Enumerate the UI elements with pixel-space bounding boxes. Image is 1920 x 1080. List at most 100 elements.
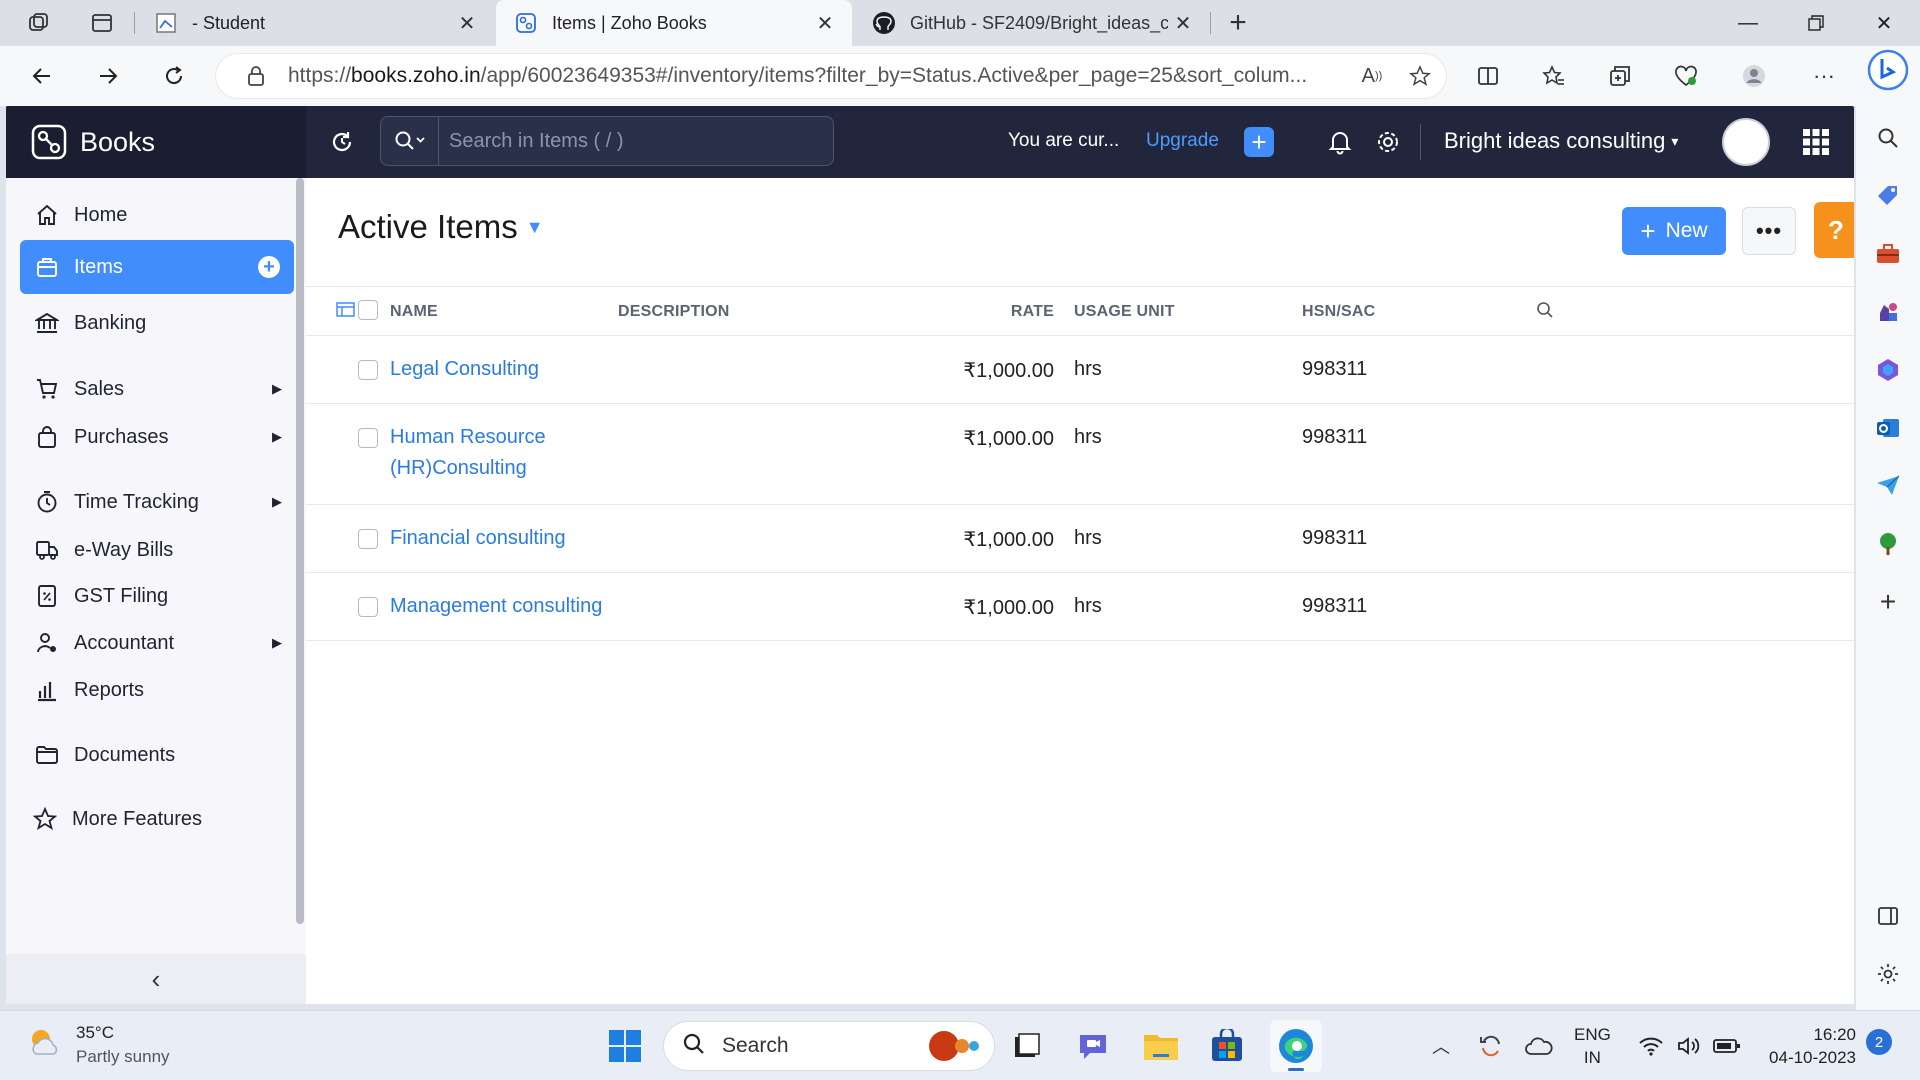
item-name-link[interactable]: Management consulting (390, 591, 630, 622)
show-hidden-icons-icon[interactable]: ︿ (1420, 1025, 1462, 1067)
new-item-button[interactable]: + New (1622, 207, 1726, 255)
item-name-link[interactable]: Financial consulting (390, 523, 610, 554)
send-telegram-icon[interactable] (1870, 468, 1906, 504)
sidebar-item-time-tracking[interactable]: Time Tracking ▶ (20, 475, 294, 529)
sidebar-item-banking[interactable]: Banking (20, 296, 294, 350)
help-button[interactable]: ? (1814, 202, 1854, 258)
close-tab-icon[interactable]: ✕ (1168, 8, 1198, 38)
table-row[interactable]: Legal Consulting ₹1,000.00 hrs 998311 (306, 336, 1854, 404)
sidebar-item-documents[interactable]: Documents (20, 728, 294, 782)
weather-widget[interactable]: 35°C Partly sunny (26, 1021, 170, 1069)
app-search[interactable]: Search in Items ( / ) (380, 116, 834, 166)
sidebar-item-gst-filing[interactable]: GST Filing (20, 569, 294, 623)
add-sidebar-app-icon[interactable]: + (1870, 584, 1906, 620)
search-icon[interactable] (1870, 120, 1906, 156)
close-tab-icon[interactable]: ✕ (452, 8, 482, 38)
back-icon[interactable] (22, 58, 62, 94)
page-title[interactable]: Active Items ▼ (338, 208, 544, 246)
close-window-icon[interactable]: ✕ (1850, 0, 1918, 46)
hide-sidebar-icon[interactable] (1870, 898, 1906, 934)
brand[interactable]: Books (6, 106, 306, 178)
tab-student[interactable]: - Student ✕ (136, 0, 494, 46)
tab-github[interactable]: GitHub - SF2409/Bright_ideas_co ✕ (854, 0, 1210, 46)
games-icon[interactable] (1870, 294, 1906, 330)
restore-icon[interactable] (1782, 0, 1850, 46)
notification-badge[interactable]: 2 (1866, 1029, 1892, 1055)
sidebar-scrollbar[interactable] (294, 178, 304, 924)
column-header-rate[interactable]: RATE (974, 303, 1054, 321)
forward-icon[interactable] (88, 58, 128, 94)
address-bar[interactable]: https://books.zoho.in/app/60023649353#/i… (216, 54, 1446, 98)
favorite-star-icon[interactable] (1402, 58, 1438, 94)
tab-zoho-books[interactable]: Items | Zoho Books ✕ (496, 0, 852, 46)
quick-create-button[interactable]: + (1244, 127, 1274, 157)
sidebar-item-sales[interactable]: Sales ▶ (20, 362, 294, 416)
notifications-bell-icon[interactable] (1322, 124, 1358, 160)
view-dropdown-icon[interactable]: ▼ (526, 217, 544, 238)
column-customize-icon[interactable] (336, 301, 356, 324)
table-row[interactable]: Management consulting ₹1,000.00 hrs 9983… (306, 573, 1854, 641)
microsoft-store-icon[interactable] (1206, 1025, 1248, 1067)
column-header-usage-unit[interactable]: USAGE UNIT (1074, 303, 1175, 321)
column-header-description[interactable]: DESCRIPTION (618, 303, 730, 321)
read-aloud-icon[interactable]: A)) (1354, 58, 1390, 94)
column-header-hsn-sac[interactable]: HSN/SAC (1302, 303, 1375, 321)
lock-icon[interactable] (236, 66, 276, 86)
column-header-name[interactable]: NAME (390, 303, 438, 321)
collapse-sidebar-button[interactable]: ‹ (6, 954, 306, 1004)
taskbar-search[interactable]: Search (664, 1022, 994, 1070)
microsoft-365-icon[interactable] (1870, 352, 1906, 388)
select-all-checkbox[interactable] (358, 300, 378, 320)
bing-copilot-icon[interactable] (1866, 48, 1910, 92)
table-row[interactable]: Financial consulting ₹1,000.00 hrs 99831… (306, 505, 1854, 573)
shopping-tag-icon[interactable] (1870, 178, 1906, 214)
tools-briefcase-icon[interactable] (1870, 236, 1906, 272)
add-item-icon[interactable]: + (258, 256, 280, 278)
browser-health-icon[interactable] (1666, 58, 1706, 94)
minimize-icon[interactable]: — (1714, 0, 1782, 46)
edge-browser-icon[interactable] (1270, 1020, 1322, 1072)
search-filter-icon[interactable] (381, 117, 439, 165)
item-name-link[interactable]: Legal Consulting (390, 354, 610, 385)
sidebar-item-reports[interactable]: Reports (20, 663, 294, 717)
workspaces-icon[interactable] (22, 8, 54, 38)
onedrive-cloud-icon[interactable] (1518, 1025, 1560, 1067)
clock[interactable]: 16:20 04-10-2023 (1758, 1023, 1856, 1069)
language-indicator[interactable]: ENG IN (1574, 1023, 1611, 1069)
scrollbar-thumb[interactable] (296, 178, 304, 924)
sync-icon[interactable] (1470, 1025, 1512, 1067)
sidebar-item-purchases[interactable]: Purchases ▶ (20, 410, 294, 464)
tab-actions-icon[interactable] (86, 8, 118, 38)
settings-gear-icon[interactable] (1370, 124, 1406, 160)
task-view-icon[interactable] (1006, 1025, 1048, 1067)
windows-start-icon[interactable] (604, 1025, 646, 1067)
row-checkbox[interactable] (358, 360, 378, 380)
tree-app-icon[interactable] (1870, 526, 1906, 562)
new-tab-icon[interactable]: + (1222, 6, 1254, 39)
row-checkbox[interactable] (358, 529, 378, 549)
table-search-icon[interactable] (1536, 301, 1554, 324)
row-checkbox[interactable] (358, 428, 378, 448)
item-name-link[interactable]: Human Resource (HR)Consulting (390, 422, 590, 484)
settings-more-icon[interactable]: ··· (1804, 58, 1844, 94)
wifi-icon[interactable] (1630, 1025, 1672, 1067)
sidebar-item-home[interactable]: Home (20, 188, 294, 242)
favorites-icon[interactable] (1534, 58, 1574, 94)
recent-activity-icon[interactable] (324, 124, 360, 160)
organization-switcher[interactable]: Bright ideas consulting ▾ (1444, 128, 1678, 154)
teams-chat-icon[interactable] (1072, 1025, 1114, 1067)
table-row[interactable]: Human Resource (HR)Consulting ₹1,000.00 … (306, 404, 1854, 505)
sidebar-item-items[interactable]: Items + (20, 240, 294, 294)
profile-icon[interactable] (1734, 58, 1774, 94)
sidebar-item-accountant[interactable]: Accountant ▶ (20, 616, 294, 670)
user-avatar[interactable] (1722, 118, 1770, 166)
battery-icon[interactable] (1706, 1025, 1748, 1067)
sidebar-item-more-features[interactable]: More Features (18, 792, 292, 846)
outlook-icon[interactable] (1870, 410, 1906, 446)
search-input[interactable]: Search in Items ( / ) (449, 130, 624, 153)
close-tab-icon[interactable]: ✕ (810, 8, 840, 38)
sidebar-settings-icon[interactable] (1870, 956, 1906, 992)
upgrade-link[interactable]: Upgrade (1146, 130, 1219, 152)
collections-icon[interactable] (1600, 58, 1640, 94)
app-grid-icon[interactable] (1802, 128, 1830, 156)
